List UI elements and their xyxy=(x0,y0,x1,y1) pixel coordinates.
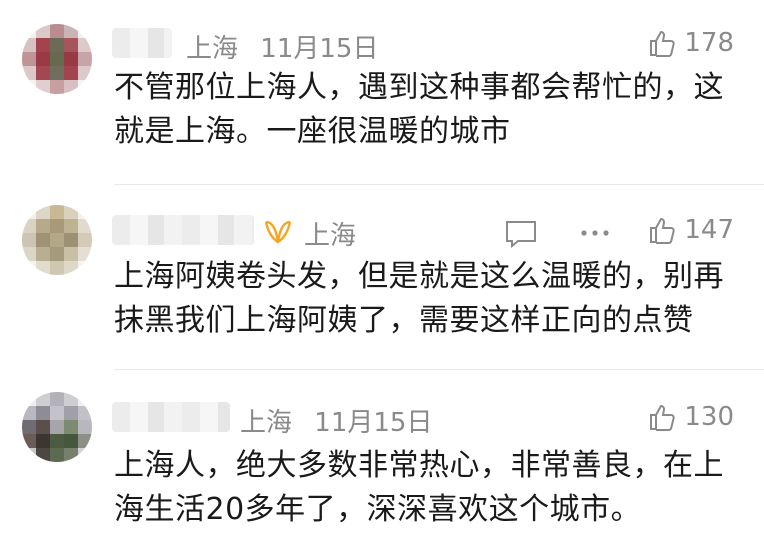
comment-item: 上海 11月15日 178 不管那位上海人，遇到这种事都会帮忙的，这 就是上海。… xyxy=(0,0,764,185)
comment-line: 就是上海。一座很温暖的城市 xyxy=(114,114,511,149)
like-button[interactable]: 147 xyxy=(648,215,734,245)
comment-meta: 上海 xyxy=(304,215,356,252)
comment-line: 抹黑我们上海阿姨了，需要这样正向的点赞 xyxy=(114,303,694,338)
comment-line: 海生活20多年了，深深喜欢这个城市。 xyxy=(114,492,642,527)
reply-icon[interactable] xyxy=(504,219,538,249)
avatar[interactable] xyxy=(22,24,92,94)
username-blurred[interactable] xyxy=(112,215,254,245)
comment-line: 上海人，绝大多数非常热心，非常善良，在上 xyxy=(114,448,724,483)
username-blurred[interactable] xyxy=(112,28,172,58)
comment-item: 上海 147 上海阿姨卷头发，但是就是这么温暖的，别再 抹黑我们上海阿姨了，需要… xyxy=(0,185,764,370)
like-button[interactable]: 130 xyxy=(648,402,734,432)
thumbs-up-icon xyxy=(650,217,676,244)
like-button[interactable]: 178 xyxy=(648,28,734,58)
avatar[interactable] xyxy=(22,392,92,462)
location-label: 上海 xyxy=(240,408,293,438)
thumbs-up-icon xyxy=(650,30,676,57)
like-count: 147 xyxy=(684,215,734,245)
more-icon[interactable] xyxy=(580,229,610,237)
location-label: 上海 xyxy=(186,34,239,64)
comment-meta: 上海 11月15日 xyxy=(240,402,432,439)
comment-text: 不管那位上海人，遇到这种事都会帮忙的，这 就是上海。一座很温暖的城市 xyxy=(114,66,734,154)
comment-line: 不管那位上海人，遇到这种事都会帮忙的，这 xyxy=(114,70,724,105)
comment-item: 上海 11月15日 130 上海人，绝大多数非常热心，非常善良，在上 海生活20… xyxy=(0,370,764,554)
avatar[interactable] xyxy=(22,205,92,275)
comment-meta: 上海 11月15日 xyxy=(186,28,378,65)
date-label: 11月15日 xyxy=(314,408,433,438)
location-label: 上海 xyxy=(304,221,357,251)
like-count: 178 xyxy=(684,28,734,58)
comment-text: 上海阿姨卷头发，但是就是这么温暖的，别再 抹黑我们上海阿姨了，需要这样正向的点赞 xyxy=(114,255,734,343)
comment-text: 上海人，绝大多数非常热心，非常善良，在上 海生活20多年了，深深喜欢这个城市。 xyxy=(114,444,734,532)
username-blurred[interactable] xyxy=(112,402,230,432)
comment-line: 上海阿姨卷头发，但是就是这么温暖的，别再 xyxy=(114,259,724,294)
badge-icon xyxy=(262,219,294,245)
date-label: 11月15日 xyxy=(260,34,379,64)
like-count: 130 xyxy=(684,402,734,432)
thumbs-up-icon xyxy=(650,404,676,431)
